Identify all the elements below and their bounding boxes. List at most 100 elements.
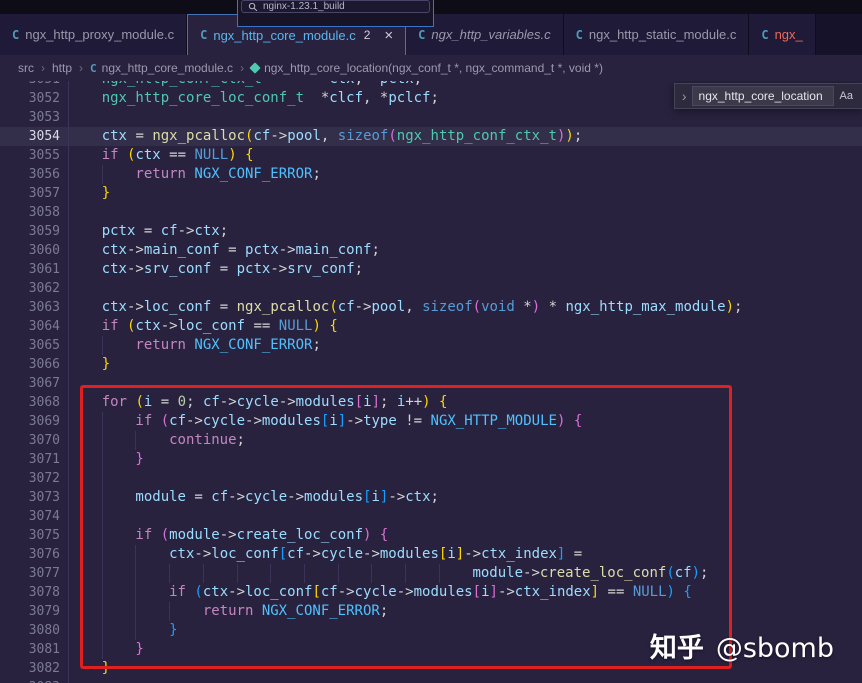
line-number[interactable]: 3083 [0, 678, 68, 683]
code-line[interactable]: 3070 continue; [0, 431, 862, 450]
tab-ngx-http-proxy-module-c[interactable]: Cngx_http_proxy_module.c [0, 14, 187, 55]
code-line[interactable]: 3069 if (cf->cycle->modules[i]->type != … [0, 412, 862, 431]
indent-guide [68, 89, 102, 108]
line-number[interactable]: 3068 [0, 393, 68, 412]
code-text: return NGX_CONF_ERROR; [68, 165, 321, 184]
find-input[interactable]: ngx_http_core_location [692, 86, 834, 106]
breadcrumb-item-2[interactable]: Cngx_http_core_module.c [90, 61, 233, 75]
line-number[interactable]: 3075 [0, 526, 68, 545]
line-number[interactable]: 3054 [0, 127, 68, 146]
code-text: module = cf->cycle->modules[i]->ctx; [68, 488, 439, 507]
line-number[interactable]: 3070 [0, 431, 68, 450]
code-text [68, 374, 102, 393]
code-line[interactable]: 3054 ctx = ngx_pcalloc(cf->pool, sizeof(… [0, 127, 862, 146]
indent-guide [68, 279, 102, 298]
code-line[interactable]: 3067 [0, 374, 862, 393]
code-text: ctx->loc_conf = ngx_pcalloc(cf->pool, si… [68, 298, 742, 317]
line-number[interactable]: 3058 [0, 203, 68, 222]
code-line[interactable]: 3065 return NGX_CONF_ERROR; [0, 336, 862, 355]
match-case-button[interactable]: Aa [840, 90, 853, 102]
code-line[interactable]: 3055 if (ctx == NULL) { [0, 146, 862, 165]
code-line[interactable]: 3076 ctx->loc_conf[cf->cycle->modules[i]… [0, 545, 862, 564]
indent-guide [68, 393, 102, 412]
code-line[interactable]: 3060 ctx->main_conf = pctx->main_conf; [0, 241, 862, 260]
line-number[interactable]: 3071 [0, 450, 68, 469]
breadcrumb-item-0[interactable]: src [18, 61, 34, 75]
code-line[interactable]: 3066 } [0, 355, 862, 374]
code-line[interactable]: 3071 } [0, 450, 862, 469]
breadcrumb-label: http [52, 61, 72, 75]
code-line[interactable]: 3083 [0, 678, 862, 683]
code-line[interactable]: 3073 module = cf->cycle->modules[i]->ctx… [0, 488, 862, 507]
close-icon[interactable]: × [384, 28, 393, 43]
line-number[interactable]: 3066 [0, 355, 68, 374]
code-line[interactable]: 3056 return NGX_CONF_ERROR; [0, 165, 862, 184]
code-text: pctx = cf->ctx; [68, 222, 228, 241]
watermark-handle: @sbomb [716, 633, 834, 664]
tab-label: ngx_http_variables.c [431, 27, 550, 42]
tab-ngx[interactable]: Cngx_ [749, 14, 815, 55]
line-number[interactable]: 3082 [0, 659, 68, 678]
line-number[interactable]: 3064 [0, 317, 68, 336]
indent-guide [68, 564, 102, 583]
code-line[interactable]: 3074 [0, 507, 862, 526]
breadcrumb-item-3[interactable]: ngx_http_core_location(ngx_conf_t *, ngx… [251, 61, 603, 75]
code-editor[interactable]: 3051 ngx_http_conf_ctx_t *ctx, *pctx;305… [0, 81, 862, 683]
code-text: if (cf->cycle->modules[i]->type != NGX_H… [68, 412, 582, 431]
code-line[interactable]: 3057 } [0, 184, 862, 203]
line-number[interactable]: 3078 [0, 583, 68, 602]
breadcrumb-label: ngx_http_core_module.c [102, 61, 233, 75]
code-line[interactable]: 3053 [0, 108, 862, 127]
code-line[interactable]: 3061 ctx->srv_conf = pctx->srv_conf; [0, 260, 862, 279]
code-line[interactable]: 3068 for (i = 0; cf->cycle->modules[i]; … [0, 393, 862, 412]
command-center-search[interactable]: nginx-1.23.1_build [241, 0, 430, 13]
indent-guide [68, 298, 102, 317]
indent-guide [304, 564, 338, 583]
line-number[interactable]: 3067 [0, 374, 68, 393]
line-number[interactable]: 3062 [0, 279, 68, 298]
line-number[interactable]: 3081 [0, 640, 68, 659]
line-number[interactable]: 3072 [0, 469, 68, 488]
line-number[interactable]: 3051 [0, 81, 68, 89]
line-number[interactable]: 3076 [0, 545, 68, 564]
line-number[interactable]: 3080 [0, 621, 68, 640]
code-line[interactable]: 3079 return NGX_CONF_ERROR; [0, 602, 862, 621]
line-number[interactable]: 3060 [0, 241, 68, 260]
breadcrumb-label: ngx_http_core_location(ngx_conf_t *, ngx… [264, 61, 603, 75]
line-number[interactable]: 3079 [0, 602, 68, 621]
code-line[interactable]: 3077 module->create_loc_conf(cf); [0, 564, 862, 583]
code-line[interactable]: 3059 pctx = cf->ctx; [0, 222, 862, 241]
line-number[interactable]: 3069 [0, 412, 68, 431]
line-number[interactable]: 3055 [0, 146, 68, 165]
code-line[interactable]: 3078 if (ctx->loc_conf[cf->cycle->module… [0, 583, 862, 602]
code-text: } [68, 659, 110, 678]
code-line[interactable]: 3075 if (module->create_loc_conf) { [0, 526, 862, 545]
code-line[interactable]: 3062 [0, 279, 862, 298]
indent-guide [270, 564, 304, 583]
line-number[interactable]: 3061 [0, 260, 68, 279]
command-center[interactable]: nginx-1.23.1_build [237, 0, 434, 27]
line-number[interactable]: 3073 [0, 488, 68, 507]
line-number[interactable]: 3056 [0, 165, 68, 184]
code-text: } [68, 355, 110, 374]
line-number[interactable]: 3059 [0, 222, 68, 241]
code-line[interactable]: 3064 if (ctx->loc_conf == NULL) { [0, 317, 862, 336]
line-number[interactable]: 3077 [0, 564, 68, 583]
indent-guide [102, 336, 136, 355]
code-text: ctx->main_conf = pctx->main_conf; [68, 241, 380, 260]
line-number[interactable]: 3053 [0, 108, 68, 127]
line-number[interactable]: 3065 [0, 336, 68, 355]
line-number[interactable]: 3052 [0, 89, 68, 108]
chevron-right-icon[interactable]: › [677, 89, 692, 103]
line-number[interactable]: 3057 [0, 184, 68, 203]
code-line[interactable]: 3063 ctx->loc_conf = ngx_pcalloc(cf->poo… [0, 298, 862, 317]
indent-guide [102, 488, 136, 507]
tab-ngx-http-static-module-c[interactable]: Cngx_http_static_module.c [564, 14, 750, 55]
line-number[interactable]: 3063 [0, 298, 68, 317]
line-number[interactable]: 3074 [0, 507, 68, 526]
code-line[interactable]: 3072 [0, 469, 862, 488]
code-line[interactable]: 3058 [0, 203, 862, 222]
breadcrumb-item-1[interactable]: http [52, 61, 72, 75]
code-text [68, 108, 102, 127]
tab-label: ngx_ [775, 27, 803, 42]
